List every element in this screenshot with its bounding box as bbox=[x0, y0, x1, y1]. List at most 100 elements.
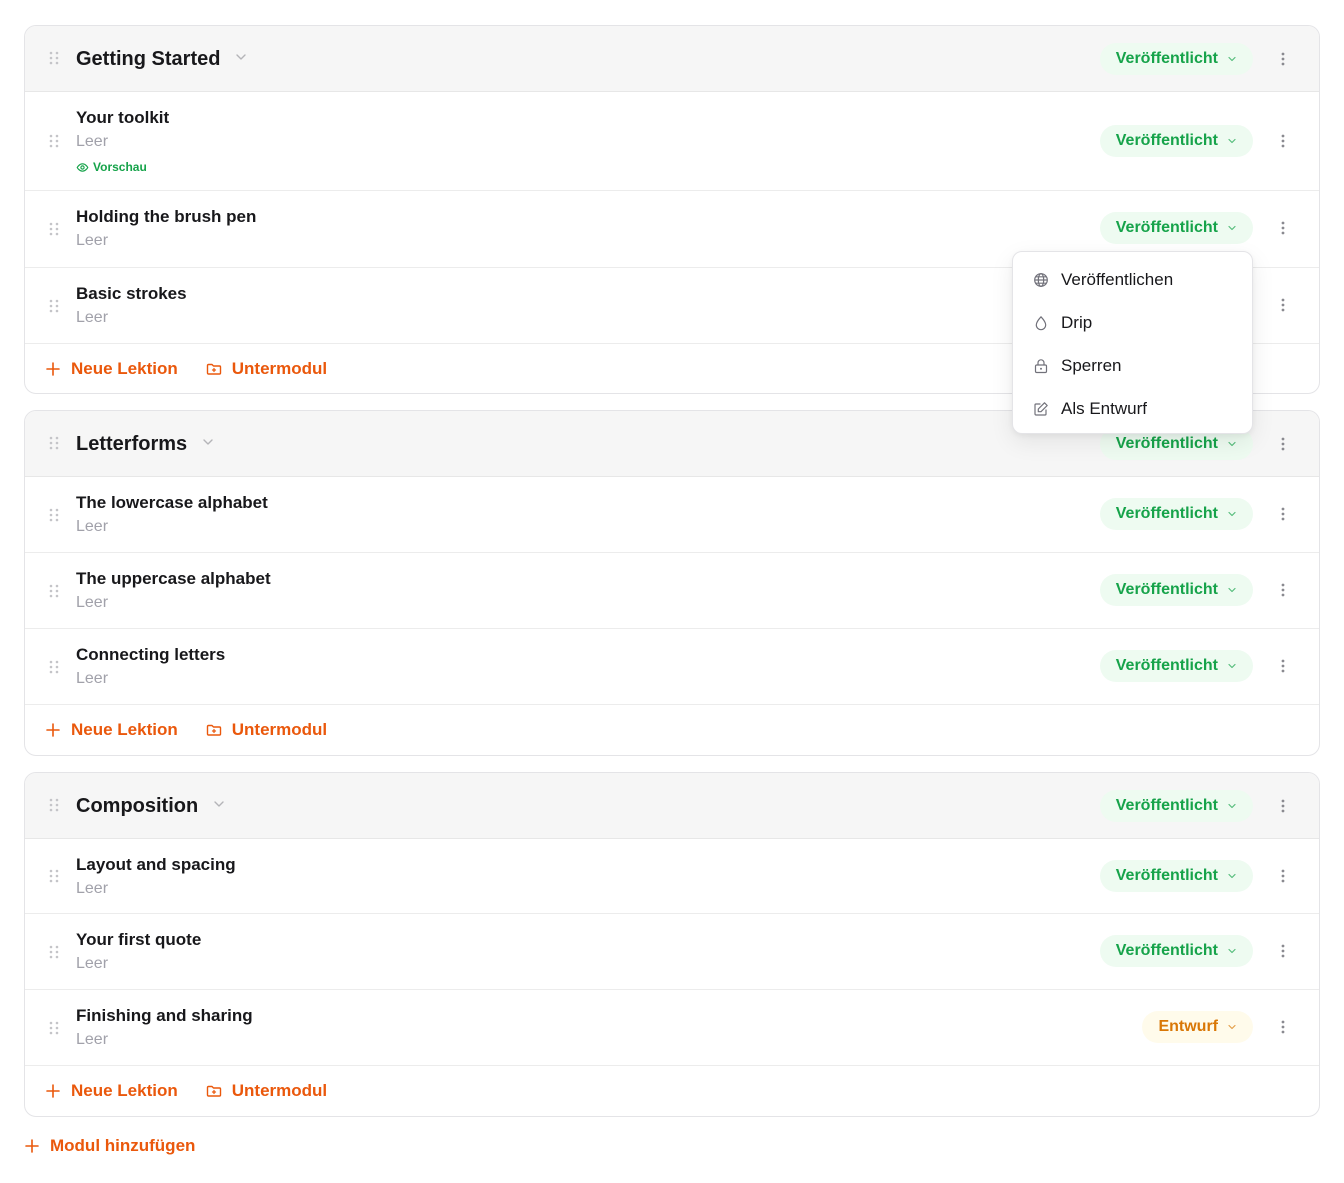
status-dropdown[interactable]: Veröffentlicht bbox=[1099, 498, 1253, 530]
module-header[interactable]: Getting Started Veröffentlicht bbox=[25, 26, 1319, 92]
menu-item-draft[interactable]: Als Entwurf bbox=[1013, 387, 1252, 430]
plus-icon bbox=[46, 1084, 60, 1098]
more-vertical-icon[interactable] bbox=[1277, 1019, 1289, 1035]
lesson-title[interactable]: Your first quote bbox=[76, 930, 201, 950]
status-label: Veröffentlicht bbox=[1115, 505, 1218, 522]
status-dropdown[interactable]: Veröffentlicht bbox=[1099, 860, 1253, 892]
submodule-button[interactable]: Untermodul bbox=[206, 720, 327, 740]
menu-item-label: Sperren bbox=[1061, 355, 1122, 375]
more-vertical-icon[interactable] bbox=[1277, 868, 1289, 884]
module-title[interactable]: Letterforms bbox=[76, 411, 215, 477]
more-vertical-icon[interactable] bbox=[1277, 506, 1289, 522]
status-dropdown[interactable]: Veröffentlicht bbox=[1099, 790, 1253, 822]
lesson-title[interactable]: Basic strokes bbox=[76, 284, 187, 304]
drag-handle-icon[interactable] bbox=[47, 868, 61, 884]
submodule-label: Untermodul bbox=[231, 1081, 328, 1100]
folder-plus-icon bbox=[206, 363, 221, 375]
lesson-row[interactable]: The lowercase alphabet Leer Veröffentlic… bbox=[25, 477, 1319, 553]
lesson-subtitle: Leer bbox=[76, 133, 109, 150]
lesson-row[interactable]: Finishing and sharing Leer Entwurf bbox=[25, 990, 1319, 1066]
more-vertical-icon[interactable] bbox=[1277, 658, 1289, 674]
lesson-row[interactable]: Connecting letters Leer Veröffentlicht bbox=[25, 629, 1319, 705]
drag-handle-icon[interactable] bbox=[47, 1020, 61, 1036]
globe-icon bbox=[1034, 272, 1048, 287]
drag-handle-icon[interactable] bbox=[47, 797, 61, 813]
more-vertical-icon[interactable] bbox=[1277, 436, 1289, 452]
plus-icon bbox=[25, 1139, 39, 1153]
menu-item-label: Veröffentlichen bbox=[1061, 269, 1174, 289]
menu-item-lock[interactable]: Sperren bbox=[1013, 344, 1252, 387]
new-lesson-button[interactable]: Neue Lektion bbox=[45, 720, 178, 740]
status-dropdown[interactable]: Veröffentlicht bbox=[1099, 935, 1253, 967]
lesson-row[interactable]: Your first quote Leer Veröffentlicht bbox=[25, 914, 1319, 990]
add-module-label: Modul hinzufügen bbox=[50, 1136, 196, 1155]
drag-handle-icon[interactable] bbox=[47, 659, 61, 675]
menu-item-label: Als Entwurf bbox=[1061, 398, 1147, 418]
submodule-button[interactable]: Untermodul bbox=[206, 359, 327, 379]
status-dropdown[interactable]: Veröffentlicht bbox=[1099, 650, 1253, 682]
chevron-down-icon bbox=[1228, 138, 1236, 144]
lesson-row[interactable]: Layout and spacing Leer Veröffentlicht bbox=[25, 839, 1319, 914]
drag-handle-icon[interactable] bbox=[47, 298, 61, 314]
drag-handle-icon[interactable] bbox=[47, 944, 61, 960]
status-dropdown[interactable]: Veröffentlicht bbox=[1099, 574, 1253, 606]
lesson-subtitle: Leer bbox=[76, 880, 109, 897]
lesson-row[interactable]: The uppercase alphabet Leer Veröffentlic… bbox=[25, 553, 1319, 629]
lesson-title[interactable]: Your toolkit bbox=[76, 108, 169, 128]
chevron-down-icon bbox=[1228, 873, 1236, 879]
lesson-title[interactable]: Layout and spacing bbox=[76, 855, 236, 875]
lesson-subtitle: Leer bbox=[76, 309, 109, 326]
chevron-down-icon[interactable] bbox=[201, 435, 215, 449]
module-title[interactable]: Getting Started bbox=[76, 26, 248, 92]
lesson-subtitle: Leer bbox=[76, 232, 109, 249]
lesson-title[interactable]: The lowercase alphabet bbox=[76, 493, 268, 513]
chevron-down-icon[interactable] bbox=[212, 797, 226, 811]
more-vertical-icon[interactable] bbox=[1277, 798, 1289, 814]
drag-handle-icon[interactable] bbox=[47, 133, 61, 149]
lesson-subtitle: Leer bbox=[76, 1031, 109, 1048]
new-lesson-button[interactable]: Neue Lektion bbox=[45, 359, 178, 379]
submodule-button[interactable]: Untermodul bbox=[206, 1081, 327, 1101]
menu-item-publish[interactable]: Veröffentlichen bbox=[1013, 258, 1252, 301]
submodule-label: Untermodul bbox=[231, 720, 328, 739]
lesson-title[interactable]: Holding the brush pen bbox=[76, 207, 256, 227]
new-lesson-label: Neue Lektion bbox=[71, 720, 178, 739]
status-dropdown[interactable]: Entwurf bbox=[1142, 1011, 1253, 1043]
menu-item-drip[interactable]: Drip bbox=[1013, 301, 1252, 344]
drag-handle-icon[interactable] bbox=[47, 50, 61, 66]
edit-icon bbox=[1034, 401, 1048, 416]
chevron-down-icon bbox=[1228, 803, 1236, 809]
status-label: Veröffentlicht bbox=[1115, 797, 1218, 814]
drag-handle-icon[interactable] bbox=[47, 221, 61, 237]
drag-handle-icon[interactable] bbox=[47, 583, 61, 599]
plus-icon bbox=[46, 362, 60, 376]
module-header[interactable]: Composition Veröffentlicht bbox=[25, 773, 1319, 839]
more-vertical-icon[interactable] bbox=[1277, 943, 1289, 959]
module-title-text: Getting Started bbox=[76, 47, 221, 70]
preview-link[interactable]: Vorschau bbox=[76, 160, 147, 174]
add-module-button[interactable]: Modul hinzufügen bbox=[24, 1136, 195, 1156]
lesson-subtitle: Leer bbox=[76, 955, 109, 972]
status-menu: Veröffentlichen Drip Sperren Als Entwurf bbox=[1012, 251, 1253, 434]
lesson-title[interactable]: The uppercase alphabet bbox=[76, 569, 271, 589]
drag-handle-icon[interactable] bbox=[47, 507, 61, 523]
more-vertical-icon[interactable] bbox=[1277, 297, 1289, 313]
status-dropdown[interactable]: Veröffentlicht bbox=[1099, 125, 1253, 157]
lesson-row[interactable]: Your toolkit Leer Vorschau Veröffentlich… bbox=[25, 92, 1319, 191]
lesson-title[interactable]: Connecting letters bbox=[76, 645, 225, 665]
new-lesson-button[interactable]: Neue Lektion bbox=[45, 1081, 178, 1101]
more-vertical-icon[interactable] bbox=[1277, 51, 1289, 67]
chevron-down-icon[interactable] bbox=[234, 50, 248, 64]
plus-icon bbox=[46, 723, 60, 737]
drag-handle-icon[interactable] bbox=[47, 435, 61, 451]
module-title-text: Composition bbox=[76, 794, 199, 817]
status-dropdown[interactable]: Veröffentlicht bbox=[1099, 212, 1253, 244]
more-vertical-icon[interactable] bbox=[1277, 582, 1289, 598]
status-dropdown[interactable]: Veröffentlicht bbox=[1099, 43, 1253, 75]
eye-icon bbox=[76, 162, 89, 172]
droplet-icon bbox=[1035, 315, 1047, 330]
more-vertical-icon[interactable] bbox=[1277, 133, 1289, 149]
more-vertical-icon[interactable] bbox=[1277, 220, 1289, 236]
lesson-title[interactable]: Finishing and sharing bbox=[76, 1006, 253, 1026]
module-title[interactable]: Composition bbox=[76, 773, 226, 839]
